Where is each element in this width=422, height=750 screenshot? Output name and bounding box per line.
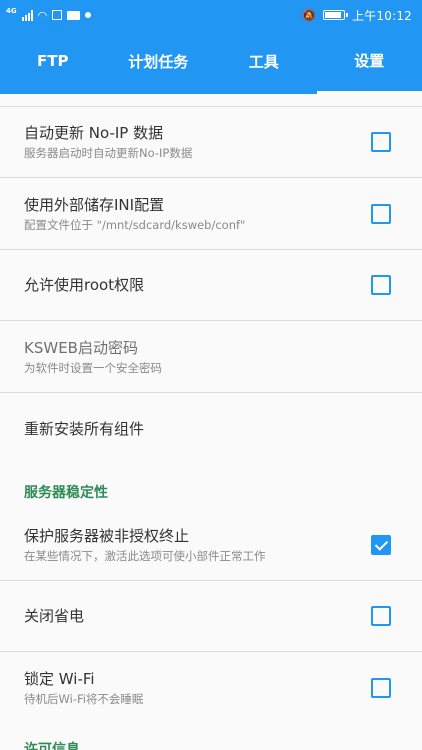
setting-title: 保护服务器被非授权终止 [24,526,190,545]
setting-text: 保护服务器被非授权终止 在某些情况下，激活此选项可使小部件正常工作 [24,526,371,564]
mute-icon: 🔕 [302,8,317,22]
setting-title: 锁定 Wi-Fi [24,670,95,688]
setting-reinstall-components[interactable]: 重新安装所有组件 [0,393,422,464]
list-item-partial [0,94,422,107]
status-right: 🔕 上午10:12 [302,7,412,24]
setting-text: 使用外部储存INI配置 配置文件位于 "/mnt/sdcard/ksweb/co… [24,195,371,233]
tab-scheduled-tasks[interactable]: 计划任务 [106,30,212,94]
setting-root-permission[interactable]: 允许使用root权限 [0,250,422,321]
setting-summary: 在某些情况下，激活此选项可使小部件正常工作 [24,548,266,563]
clock: 上午10:12 [352,8,412,23]
external-storage-checkbox[interactable] [371,203,391,224]
setting-wifi-lock[interactable]: 锁定 Wi-Fi 待机后Wi-Fi将不会睡眠 [0,652,422,724]
tab-tools[interactable]: 工具 [211,30,317,94]
setting-summary: 服务器启动时自动更新No-IP数据 [24,146,193,160]
setting-text: KSWEB启动密码 为软件时设置一个安全密码 [24,338,398,376]
tab-settings[interactable]: 设置 [316,30,422,94]
battery-icon [323,10,349,20]
battery-level [325,12,342,18]
setting-summary: 待机后Wi-Fi将不会睡眠 [24,692,144,706]
tab-scheduled-tasks-label: 计划任务 [128,52,189,71]
setting-title: 使用外部储存INI配置 [24,195,165,214]
dot-icon [85,12,92,18]
setting-protect-server[interactable]: 保护服务器被非授权终止 在某些情况下，激活此选项可使小部件正常工作 [0,509,422,581]
settings-list[interactable]: 自动更新 No-IP 数据 服务器启动时自动更新No-IP数据 使用外部储存IN… [0,94,422,750]
setting-text: 自动更新 No-IP 数据 服务器启动时自动更新No-IP数据 [24,123,371,161]
status-bar: 4G ◠ 🔕 上午10:12 [0,0,422,30]
noip-checkbox[interactable] [371,132,391,152]
mail-icon [67,10,81,20]
setting-title: 关闭省电 [24,607,85,625]
setting-disable-power-save[interactable]: 关闭省电 [0,581,422,652]
setting-noip-update[interactable]: 自动更新 No-IP 数据 服务器启动时自动更新No-IP数据 [0,107,422,178]
section-header-license: 许可信息 [24,742,80,750]
app-root: 4G ◠ 🔕 上午10:12 FTP 计划任务 工具 设置 自动更新 No-IP… [0,0,422,750]
setting-summary: 为软件时设置一个安全密码 [24,360,162,375]
tab-bar: FTP 计划任务 工具 设置 [0,30,422,94]
tab-ftp-label: FTP [37,52,69,70]
app-notification-icon [52,10,63,20]
tab-tools-label: 工具 [248,52,279,71]
protect-checkbox[interactable] [371,534,391,555]
wifi-icon: ◠ [37,8,48,22]
setting-external-storage[interactable]: 使用外部储存INI配置 配置文件位于 "/mnt/sdcard/ksweb/co… [0,178,422,250]
setting-text: 允许使用root权限 [24,275,371,295]
root-checkbox[interactable] [371,275,391,295]
setting-summary: 配置文件位于 "/mnt/sdcard/ksweb/conf" [24,217,246,232]
tab-ftp[interactable]: FTP [0,30,106,94]
power-save-checkbox[interactable] [371,606,391,626]
signal-icon [21,9,33,21]
setting-title: 自动更新 No-IP 数据 [24,124,164,142]
wifi-lock-checkbox[interactable] [371,678,391,698]
setting-text: 关闭省电 [24,606,371,626]
setting-text: 重新安装所有组件 [24,419,398,439]
network-type: 4G [6,7,17,15]
section-header-stability: 服务器稳定性 [24,484,108,501]
tab-settings-label: 设置 [354,52,385,70]
setting-text: 锁定 Wi-Fi 待机后Wi-Fi将不会睡眠 [24,669,371,707]
setting-title: KSWEB启动密码 [24,338,138,357]
setting-title: 允许使用root权限 [24,276,145,294]
setting-startup-password[interactable]: KSWEB启动密码 为软件时设置一个安全密码 [0,321,422,393]
app-header: 4G ◠ 🔕 上午10:12 FTP 计划任务 工具 设置 [0,0,422,94]
status-left: 4G ◠ [6,7,92,22]
setting-title: 重新安装所有组件 [24,419,145,438]
